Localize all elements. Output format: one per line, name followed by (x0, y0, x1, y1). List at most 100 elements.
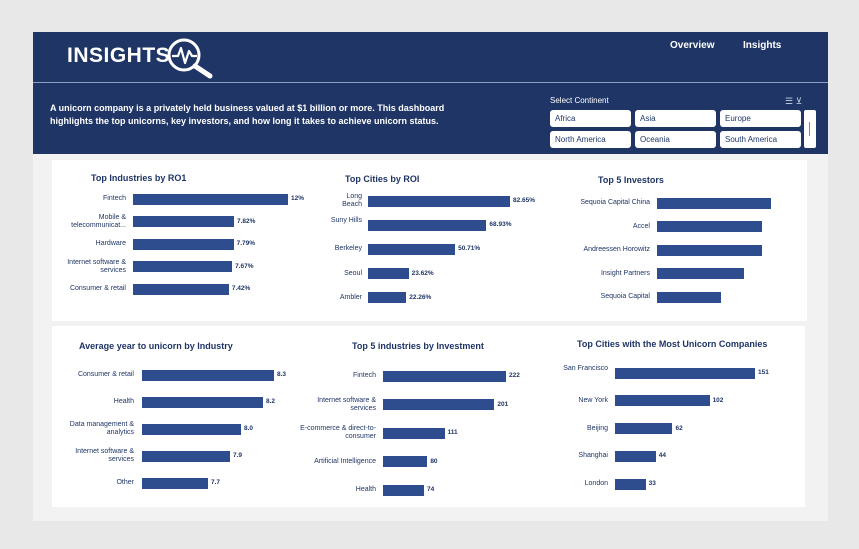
bar[interactable] (142, 369, 274, 381)
slicer-option-north-america[interactable]: North America (550, 131, 631, 148)
bar[interactable] (657, 268, 744, 280)
category-label: Sequoia Capital (600, 293, 650, 301)
slicer-option-oceania[interactable]: Oceania (635, 131, 716, 148)
data-label: 50.71% (458, 245, 481, 253)
category-label: Other (116, 479, 134, 486)
data-label: 12% (291, 195, 305, 202)
data-label: 44 (658, 452, 667, 460)
chart-title: Top Cities with the Most Unicorn Compani… (577, 339, 768, 349)
category-label: Sequoia Capital China (580, 199, 650, 206)
bar[interactable] (368, 268, 409, 280)
bar[interactable] (133, 238, 234, 250)
data-label: 7.67% (235, 262, 254, 270)
data-label: 7.7 (211, 479, 221, 486)
insights-magnifier-icon (167, 38, 213, 79)
category-label: Insight Partners (600, 269, 650, 277)
chart-title: Top 5 industries by Investment (352, 341, 484, 351)
data-label: 7.9 (233, 452, 243, 459)
data-label: 7.42% (231, 285, 251, 292)
bar[interactable] (133, 216, 234, 227)
bar[interactable] (657, 291, 721, 303)
data-label: 23.62% (411, 269, 434, 277)
data-label: 80 (430, 457, 438, 465)
bar[interactable] (615, 478, 646, 490)
bar[interactable] (657, 221, 762, 233)
bar[interactable] (142, 477, 208, 489)
chart-title: Average year to unicorn by Industry (79, 341, 233, 351)
chart-title: Top Cities by ROI (345, 174, 420, 184)
data-label: 222 (509, 372, 520, 379)
bar[interactable] (142, 396, 263, 408)
category-label: Health (113, 398, 134, 405)
slicer-option-asia[interactable]: Asia (635, 110, 716, 127)
category-label: San Francisco (563, 365, 608, 372)
chart-title: Top Industries by RO1 (91, 173, 187, 183)
data-label: 111 (447, 429, 458, 436)
bar[interactable] (368, 219, 487, 231)
category-label: Shanghai (578, 452, 608, 460)
category-label: Fintech (103, 195, 126, 202)
data-label: 8.2 (266, 398, 276, 405)
data-label: 102 (712, 396, 724, 404)
bar[interactable] (142, 450, 230, 462)
category-label: Data management & analytics (69, 421, 134, 436)
bar[interactable] (383, 427, 445, 439)
category-label: Fintech (353, 372, 376, 379)
category-label: London (584, 480, 608, 488)
page-title: INSIGHTS (67, 44, 171, 67)
category-label: Artificial Intelligence (314, 457, 376, 465)
category-label: Mobile & telecommunicat... (71, 213, 126, 229)
bar[interactable] (142, 423, 241, 435)
bar[interactable] (383, 484, 424, 496)
category-label: Consumer & retail (69, 285, 126, 292)
category-label: Accel (632, 222, 650, 230)
bar[interactable] (133, 283, 229, 295)
bar[interactable] (615, 367, 755, 379)
data-label: 201 (497, 400, 509, 408)
bar[interactable] (383, 456, 428, 467)
bar[interactable] (657, 244, 762, 256)
bar[interactable] (368, 243, 456, 255)
category-label: Consumer & retail (77, 371, 134, 378)
category-label: Internet software & services (67, 258, 126, 274)
bar[interactable] (368, 292, 407, 304)
header-divider (33, 82, 828, 83)
data-label: 82.65% (513, 197, 536, 204)
bar[interactable] (615, 395, 710, 407)
category-label: Internet software & services (75, 448, 134, 463)
bar[interactable] (368, 195, 510, 207)
data-label: 8.0 (244, 425, 254, 432)
bar[interactable] (657, 197, 771, 209)
bar[interactable] (615, 423, 673, 435)
category-label: Internet software & services (317, 396, 376, 412)
data-label: 33 (648, 480, 656, 488)
category-label: Berkeley (334, 245, 362, 253)
bar[interactable] (133, 261, 233, 272)
bar[interactable] (615, 450, 656, 462)
bar[interactable] (383, 370, 506, 382)
nav-insights[interactable]: Insights (743, 40, 781, 51)
category-label: Hardware (95, 240, 126, 247)
slicer-option-europe[interactable]: Europe (720, 110, 801, 127)
category-label: Andreessen Horowitz (583, 246, 650, 254)
slicer-option-south-america[interactable]: South America (720, 131, 801, 148)
bar[interactable] (383, 399, 495, 410)
multi-select-icon[interactable]: ☰ (785, 96, 793, 106)
data-label: 7.79% (236, 240, 256, 247)
data-label: 22.26% (409, 293, 432, 301)
nav-overview[interactable]: Overview (670, 40, 714, 51)
category-label: New York (578, 396, 608, 404)
category-label: Ambler (339, 293, 362, 301)
slicer-toolbar: ☰ ⊻ (785, 96, 802, 107)
category-label: Suny Hills (330, 217, 362, 225)
category-label: Beijing (586, 424, 608, 432)
data-label: 7.82% (237, 217, 256, 225)
slicer-scrollbar[interactable] (804, 110, 816, 148)
slicer-option-africa[interactable]: Africa (550, 110, 631, 127)
bar[interactable] (133, 193, 288, 205)
category-label: Long Beach (342, 193, 362, 208)
data-label: 8.3 (277, 371, 287, 378)
slicer-title: Select Continent (550, 96, 609, 105)
data-label: 151 (758, 369, 769, 376)
clear-filter-icon[interactable]: ⊻ (796, 96, 803, 106)
